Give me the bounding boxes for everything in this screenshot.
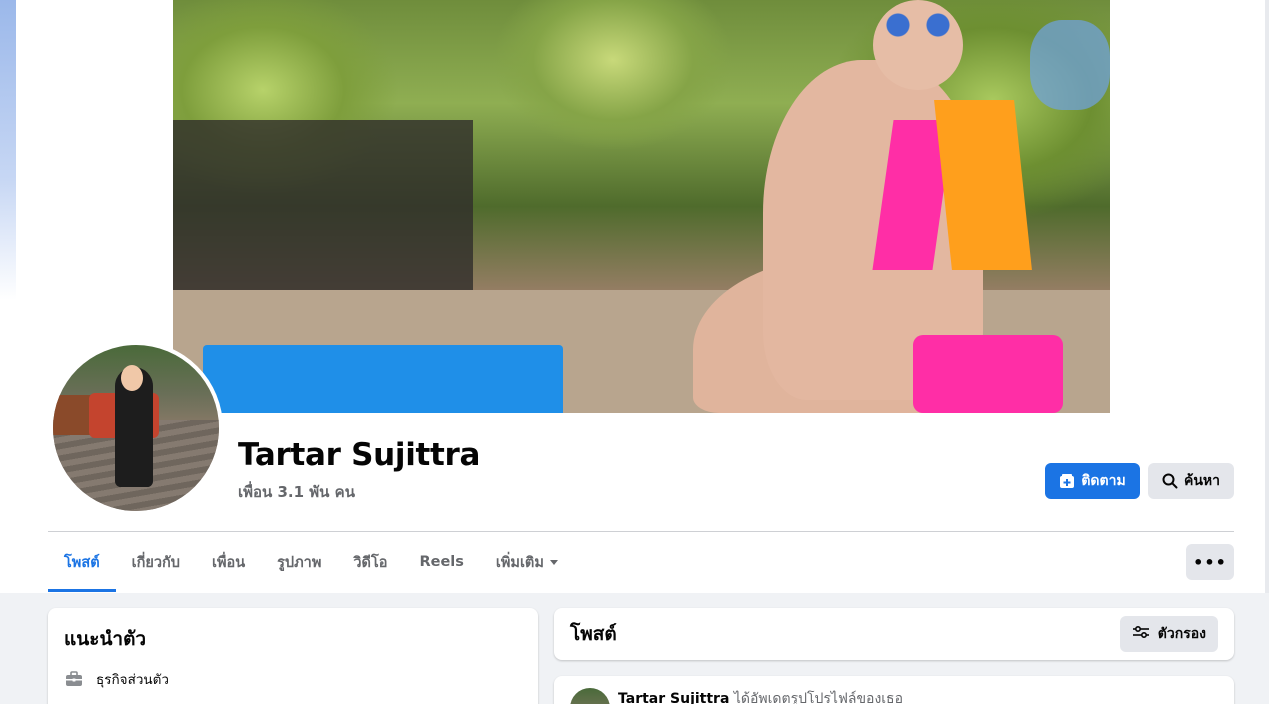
intro-item: ธุรกิจส่วนตัว	[64, 668, 522, 690]
search-button[interactable]: ค้นหา	[1148, 463, 1234, 499]
follow-icon	[1059, 473, 1075, 489]
cover-photo[interactable]	[173, 0, 1110, 413]
search-icon	[1162, 473, 1178, 489]
intro-card: แนะนำตัว ธุรกิจส่วนตัว	[48, 608, 538, 704]
page-edge-gradient	[0, 0, 16, 300]
search-label: ค้นหา	[1183, 473, 1221, 489]
more-options-button[interactable]: •••	[1186, 544, 1234, 580]
cover-pool	[203, 345, 563, 413]
posts-title: โพสต์	[570, 623, 617, 645]
more-icon: •••	[1193, 552, 1227, 572]
tab-label: รูปภาพ	[277, 554, 322, 571]
cover-building	[173, 120, 473, 290]
cover-swimsuit-bottom	[913, 335, 1063, 413]
briefcase-icon	[64, 669, 84, 689]
tab-label: เกี่ยวกับ	[131, 554, 180, 571]
post-author-name[interactable]: Tartar Sujittra	[618, 691, 729, 704]
tab-label: เพื่อน	[211, 554, 246, 571]
avatar-face	[121, 365, 143, 391]
filter-label: ตัวกรอง	[1157, 626, 1206, 642]
tab-label: วิดีโอ	[353, 554, 388, 571]
post-header-text: Tartar Sujittra ได้อัพเดตรูปโปรไฟล์ของเธ…	[618, 688, 903, 704]
filter-icon	[1132, 624, 1150, 644]
avatar	[53, 345, 219, 511]
tab-about[interactable]: เกี่ยวกับ	[116, 532, 196, 592]
tab-more[interactable]: เพิ่มเติม	[480, 532, 574, 592]
intro-item-label: ธุรกิจส่วนตัว	[96, 672, 169, 688]
tab-videos[interactable]: วิดีโอ	[337, 532, 403, 592]
intro-title: แนะนำตัว	[64, 628, 147, 650]
cover-swimsuit-orange	[934, 100, 1032, 270]
post-action-text: ได้อัพเดตรูปโปรไฟล์ของเธอ	[733, 691, 904, 704]
tab-reels[interactable]: Reels	[403, 532, 479, 592]
profile-picture[interactable]	[49, 341, 223, 515]
profile-tabs: โพสต์ เกี่ยวกับ เพื่อน รูปภาพ วิดีโอ Ree…	[48, 532, 574, 592]
tab-friends[interactable]: เพื่อน	[196, 532, 261, 592]
tab-photos[interactable]: รูปภาพ	[261, 532, 337, 592]
filter-button[interactable]: ตัวกรอง	[1119, 616, 1218, 652]
scrollbar-track[interactable]	[1265, 0, 1269, 593]
posts-header-card: โพสต์ ตัวกรอง	[554, 608, 1234, 660]
tab-label: โพสต์	[64, 554, 100, 571]
cover-person-sunglasses	[883, 10, 953, 40]
caret-down-icon	[549, 559, 558, 565]
tab-label: เพิ่มเติม	[495, 554, 544, 571]
tab-posts[interactable]: โพสต์	[48, 532, 116, 592]
post-author-avatar[interactable]	[570, 688, 610, 704]
post-item: Tartar Sujittra ได้อัพเดตรูปโปรไฟล์ของเธ…	[554, 676, 1234, 704]
profile-name: Tartar Sujittra	[238, 437, 481, 473]
tab-label: Reels	[419, 554, 464, 570]
follow-button[interactable]: ติดตาม	[1045, 463, 1140, 499]
cover-person	[643, 0, 1063, 413]
friends-count[interactable]: เพื่อน 3.1 พัน คน	[238, 480, 355, 504]
follow-label: ติดตาม	[1081, 473, 1126, 489]
avatar-table	[53, 395, 91, 435]
